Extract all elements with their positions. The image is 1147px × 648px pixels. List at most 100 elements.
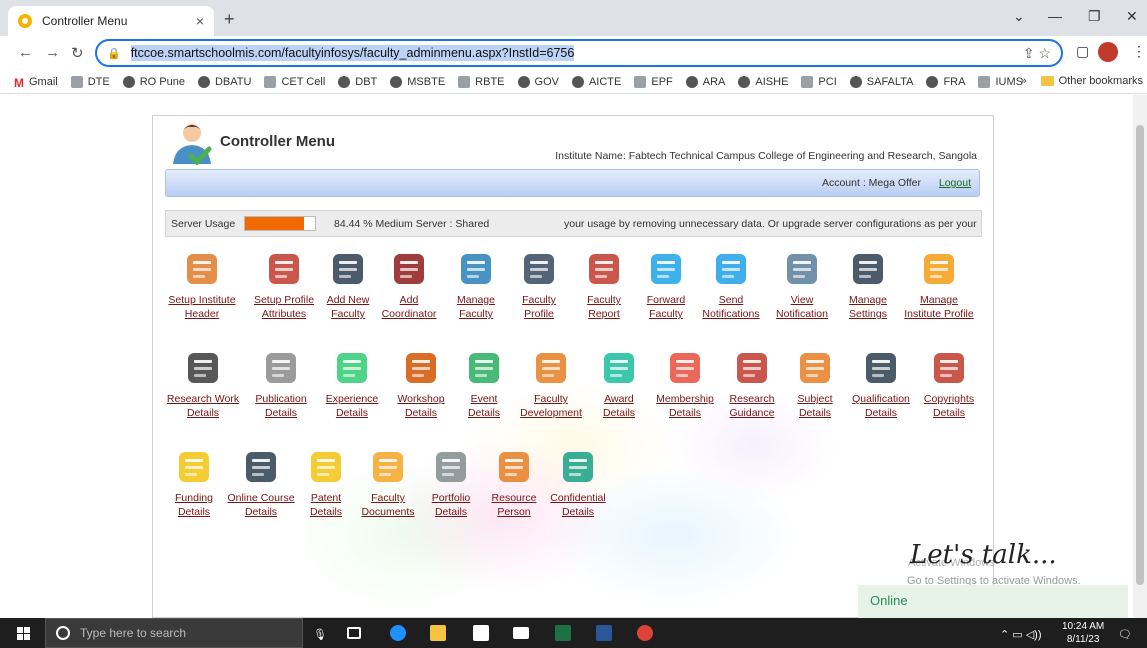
easel-board-icon[interactable] xyxy=(400,347,442,389)
menu-item-manage-institute-profile[interactable]: Manage Institute Profile xyxy=(899,248,979,321)
chart-magnify-icon[interactable] xyxy=(530,347,572,389)
mic-icon[interactable]: 🎙 xyxy=(313,628,327,641)
edge-icon[interactable] xyxy=(390,625,406,641)
store-icon[interactable] xyxy=(473,625,489,641)
trophy-icon[interactable] xyxy=(598,347,640,389)
bar-graph-icon[interactable] xyxy=(664,347,706,389)
browser-menu-icon[interactable]: ⋮ xyxy=(1132,43,1146,60)
tab-search-icon[interactable]: ⌄ xyxy=(1013,8,1025,25)
other-bookmarks-link[interactable]: Other bookmarks xyxy=(1059,75,1143,87)
menu-link-line1[interactable]: Manage xyxy=(899,293,979,307)
patent-icon[interactable] xyxy=(305,446,347,488)
mail-icon[interactable] xyxy=(513,627,529,639)
bookmark-dbt[interactable]: DBT xyxy=(338,75,377,88)
word-icon[interactable] xyxy=(596,625,612,641)
browser-tab[interactable]: Controller Menu × xyxy=(8,6,214,36)
new-tab-button[interactable]: + xyxy=(224,9,235,30)
bookmark-pci[interactable]: PCI xyxy=(801,75,837,88)
menu-link-line2[interactable]: Details xyxy=(538,505,618,519)
copyright-icon[interactable] xyxy=(928,347,970,389)
presentation-icon[interactable] xyxy=(731,347,773,389)
research-gear-icon[interactable] xyxy=(182,347,224,389)
minimize-button[interactable]: — xyxy=(1048,8,1062,24)
bookmark-dte[interactable]: DTE xyxy=(70,75,110,88)
bookmark-fra[interactable]: FRA xyxy=(926,75,965,88)
menu-item-send-notifications[interactable]: Send Notifications xyxy=(691,248,771,321)
money-bag-icon[interactable] xyxy=(173,446,215,488)
close-window-button[interactable]: ✕ xyxy=(1126,8,1138,25)
menu-link-line1[interactable]: Copyrights xyxy=(909,392,989,406)
menu-link-line2[interactable]: Institute Profile xyxy=(899,307,979,321)
menu-link-line2[interactable]: Details xyxy=(312,406,392,420)
chat-bubble-icon[interactable] xyxy=(710,248,752,290)
forward-icon[interactable] xyxy=(645,248,687,290)
taskbar-clock[interactable]: 10:24 AM 8/11/23 xyxy=(1062,620,1104,646)
scrollbar-thumb[interactable] xyxy=(1136,125,1144,585)
notification-icon[interactable]: 🗨 xyxy=(1118,628,1132,641)
bookmark-gov[interactable]: GOV xyxy=(517,75,559,88)
reload-icon[interactable]: ↻ xyxy=(71,44,84,62)
menu-link-line2[interactable]: Header xyxy=(162,307,242,321)
bookmark-gmail[interactable]: M Gmail xyxy=(14,76,58,90)
menu-link-line1[interactable]: Experience xyxy=(312,392,392,406)
menu-item-confidential-details[interactable]: Confidential Details xyxy=(538,446,618,519)
menu-item-copyrights-details[interactable]: Copyrights Details xyxy=(909,347,989,420)
menu-link-line1[interactable]: Manage xyxy=(828,293,908,307)
excel-icon[interactable] xyxy=(555,625,571,641)
resource-person-icon[interactable] xyxy=(493,446,535,488)
bookmark-ara[interactable]: ARA xyxy=(685,75,725,88)
graduation-cap-icon[interactable] xyxy=(860,347,902,389)
envelope-icon[interactable] xyxy=(781,248,823,290)
id-card-icon[interactable] xyxy=(518,248,560,290)
bookmark-aishe[interactable]: AISHE xyxy=(738,75,788,88)
back-arrow-icon[interactable]: ← xyxy=(18,44,33,61)
menu-link-line2[interactable]: Details xyxy=(241,406,321,420)
portfolio-icon[interactable] xyxy=(430,446,472,488)
profile-avatar[interactable] xyxy=(1098,42,1118,62)
menu-link-line1[interactable]: Research Work xyxy=(163,392,243,406)
menu-item-manage-settings[interactable]: Manage Settings xyxy=(828,248,908,321)
menu-item-setup-institute-header[interactable]: Setup Institute Header xyxy=(162,248,242,321)
bookmark-iums[interactable]: IUMS xyxy=(978,75,1023,88)
bookmarks-overflow-icon[interactable]: » xyxy=(1021,75,1027,87)
share-star-icons[interactable]: ⇪ ☆ xyxy=(1023,45,1051,62)
gauge-icon[interactable] xyxy=(331,347,373,389)
task-view-icon[interactable] xyxy=(347,627,361,639)
menu-item-research-work-details[interactable]: Research Work Details xyxy=(163,347,243,420)
menu-link-line2[interactable]: Details xyxy=(909,406,989,420)
school-building-icon[interactable] xyxy=(181,248,223,290)
taskbar-search[interactable]: Type here to search xyxy=(45,618,303,648)
file-explorer-icon[interactable] xyxy=(430,625,446,641)
folder-icon[interactable] xyxy=(367,446,409,488)
bookmark-rbte[interactable]: RBTE xyxy=(458,75,505,88)
chat-online-status[interactable]: Online xyxy=(858,585,1128,618)
menu-item-experience-details[interactable]: Experience Details xyxy=(312,347,392,420)
bookmark-msbte[interactable]: MSBTE xyxy=(390,75,445,88)
menu-link-line2[interactable]: Details xyxy=(163,406,243,420)
windows-start-icon[interactable] xyxy=(17,627,30,640)
report-search-icon[interactable] xyxy=(583,248,625,290)
address-bar[interactable]: 🔒 ftccoe.smartschoolmis.com/facultyinfos… xyxy=(95,39,1063,67)
add-user-icon[interactable] xyxy=(327,248,369,290)
colorful-gear-icon[interactable] xyxy=(263,248,305,290)
bookmark-safalta[interactable]: SAFALTA xyxy=(849,75,913,88)
document-edit-icon[interactable] xyxy=(455,248,497,290)
tools-icon[interactable] xyxy=(847,248,889,290)
system-tray-icons[interactable]: ⌃ ▭ ◁)) xyxy=(1000,628,1042,641)
books-icon[interactable] xyxy=(463,347,505,389)
bookmark-ro-pune[interactable]: RO Pune xyxy=(122,75,185,88)
restore-button[interactable]: ❐ xyxy=(1088,8,1101,25)
logout-link[interactable]: Logout xyxy=(939,177,971,189)
tools-badge-icon[interactable] xyxy=(918,248,960,290)
menu-link-line1[interactable]: Send xyxy=(691,293,771,307)
menu-link-line1[interactable]: Publication xyxy=(241,392,321,406)
bookmark-cet-cell[interactable]: CET Cell xyxy=(264,75,325,88)
bookmark-epf[interactable]: EPF xyxy=(634,75,673,88)
menu-link-line1[interactable]: Confidential xyxy=(538,491,618,505)
menu-link-line2[interactable]: Notifications xyxy=(691,307,771,321)
chrome-icon[interactable] xyxy=(637,625,653,641)
menu-item-publication-details[interactable]: Publication Details xyxy=(241,347,321,420)
menu-link-line1[interactable]: Setup Institute xyxy=(162,293,242,307)
publication-icon[interactable] xyxy=(260,347,302,389)
url-text[interactable]: ftccoe.smartschoolmis.com/facultyinfosys… xyxy=(130,45,575,61)
